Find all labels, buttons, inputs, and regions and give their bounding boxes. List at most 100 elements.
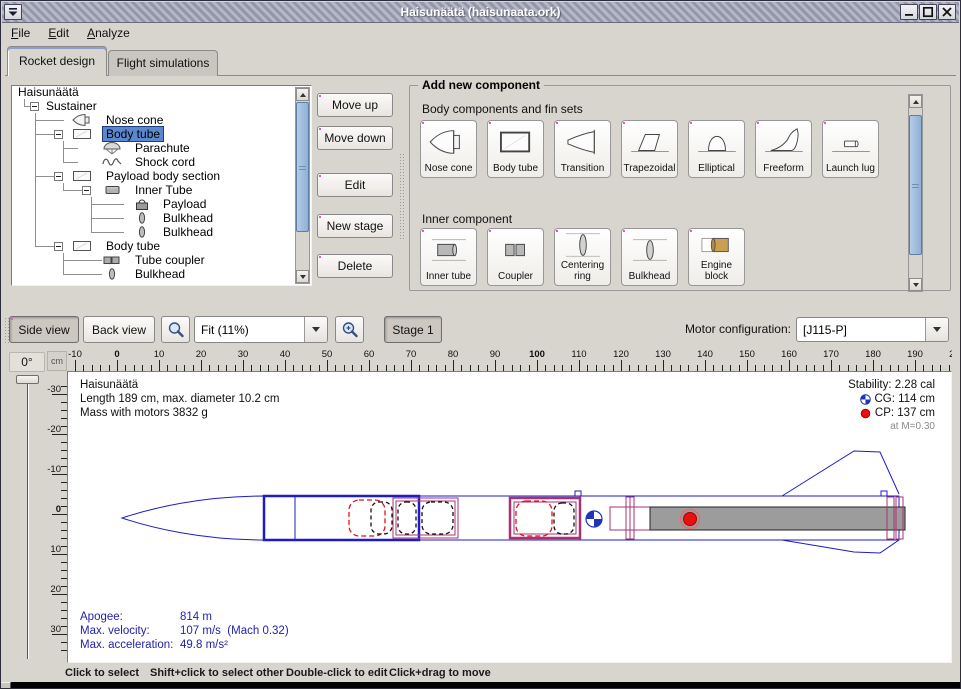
tree-item-inner-tube[interactable]: Inner Tube [12, 183, 311, 197]
ruler-tick [117, 360, 118, 371]
titlebar[interactable]: Haisunäätä (haisunaata.ork) [2, 2, 959, 23]
ruler-label: 70 [396, 349, 426, 360]
tab-flight-simulations[interactable]: Flight simulations [108, 50, 218, 76]
edit-button[interactable]: Edit [317, 173, 393, 197]
close-button[interactable] [938, 4, 956, 20]
ruler-label: 100 [522, 349, 552, 360]
tree-item-bulkhead[interactable]: Bulkhead [12, 211, 311, 225]
add-freeform-button[interactable]: Freeform [755, 120, 812, 178]
scrollbar-thumb[interactable] [296, 102, 309, 232]
tree-item-payload-body-section[interactable]: Payload body section [12, 169, 311, 183]
add-centering-ring-button[interactable]: Centering ring [554, 228, 611, 286]
launch-lug-aft [881, 491, 887, 496]
tree-item-payload[interactable]: Payload [12, 197, 311, 211]
zoom-in-button[interactable] [335, 316, 364, 343]
inner-tube-inner-line [396, 501, 455, 535]
tree-item-haisunäätä[interactable]: Haisunäätä [12, 85, 311, 99]
tree-item-nose-cone[interactable]: Nose cone [12, 113, 311, 127]
add-engine-block-button[interactable]: Engine block [688, 228, 745, 286]
ruler-tick [75, 360, 76, 371]
rotation-slider-track[interactable] [27, 379, 29, 659]
ruler-label: -30 [47, 384, 61, 395]
delete-button[interactable]: Delete [317, 254, 393, 278]
ruler-label: 10 [47, 544, 61, 555]
expander-minus-icon[interactable] [82, 186, 91, 195]
ruler-label: 90 [480, 349, 510, 360]
add-transition-button[interactable]: Transition [554, 120, 611, 178]
tube-coupler-icon [100, 253, 124, 267]
zoom-level-select[interactable]: Fit (11%) [194, 316, 328, 343]
rotation-slider-handle[interactable] [16, 375, 39, 384]
tree-item-parachute[interactable]: Parachute [12, 141, 311, 155]
add-trapezoidal-button[interactable]: Trapezoidal [621, 120, 678, 178]
add-inner-tube-button[interactable]: Inner tube [420, 228, 477, 286]
group-label-inner-component: Inner component [422, 212, 512, 226]
menu-analyze[interactable]: Analyze [78, 23, 139, 43]
tree-item-bulkhead[interactable]: Bulkhead [12, 267, 311, 281]
menu-edit[interactable]: Edit [39, 23, 78, 43]
tree-item-label: Body tube [103, 239, 163, 253]
rocket-info-line: Mass with motors 3832 g [80, 406, 279, 420]
add-bulkhead-button[interactable]: Bulkhead [621, 228, 678, 286]
new-stage-button[interactable]: New stage [317, 214, 393, 238]
freeform-icon [756, 121, 811, 164]
component-scrollbar[interactable] [908, 94, 923, 292]
scroll-up-arrow[interactable] [296, 88, 309, 101]
tree-item-label: Bulkhead [160, 211, 216, 225]
resize-grip[interactable] [1, 682, 11, 689]
add-elliptical-button[interactable]: Elliptical [688, 120, 745, 178]
ruler-label: 200 [942, 349, 952, 360]
component-tree[interactable]: HaisunäätäSustainerNose coneBody tubePar… [11, 85, 312, 286]
magnifier-icon [167, 321, 185, 339]
tree-item-bulkhead[interactable]: Bulkhead [12, 225, 311, 239]
elliptical-icon [689, 121, 744, 164]
tree-item-sustainer[interactable]: Sustainer [12, 99, 311, 113]
nose-cone-outline [122, 496, 264, 540]
ruler-unit-label: cm [47, 351, 67, 371]
tree-item-tube-coupler[interactable]: Tube coupler [12, 253, 311, 267]
splitter-handle[interactable] [399, 153, 406, 241]
tab-rocket-design[interactable]: Rocket design [7, 46, 107, 76]
tube-coupler-inner-line [514, 502, 576, 534]
scroll-down-arrow[interactable] [296, 270, 309, 283]
maximize-button[interactable] [919, 4, 937, 20]
motor-configuration-select[interactable]: [J115-P] [796, 317, 949, 342]
expander-minus-icon[interactable] [30, 102, 39, 111]
stage-1-toggle[interactable]: Stage 1 [384, 316, 442, 343]
centering-ring-icon [555, 229, 610, 261]
add-coupler-button[interactable]: Coupler [487, 228, 544, 286]
desktop-strip [1, 682, 960, 689]
status-hint: Double-click to edit [286, 667, 387, 679]
back-view-button[interactable]: Back view [83, 316, 155, 343]
menu-file[interactable]: File [2, 23, 39, 43]
minimize-icon [902, 6, 916, 18]
tree-scrollbar[interactable] [295, 87, 310, 284]
add-launch-lug-button[interactable]: Launch lug [822, 120, 879, 178]
tree-item-body-tube[interactable]: Body tube [12, 127, 311, 141]
ruler-tick [243, 360, 244, 371]
zoom-out-button[interactable] [161, 316, 190, 343]
scroll-down-arrow[interactable] [909, 278, 922, 291]
payload-body-section-outline [419, 496, 580, 540]
add-body-tube-button[interactable]: Body tube [487, 120, 544, 178]
expander-minus-icon[interactable] [54, 242, 63, 251]
fin-top-outline [782, 451, 899, 496]
chevron-down-icon[interactable] [925, 318, 948, 341]
move-down-button[interactable]: Move down [317, 126, 393, 150]
chevron-down-icon[interactable] [304, 317, 327, 342]
ruler-tick [579, 360, 580, 371]
maximize-icon [921, 6, 935, 18]
tree-item-shock-cord[interactable]: Shock cord [12, 155, 311, 169]
expander-minus-icon[interactable] [54, 172, 63, 181]
side-view-button[interactable]: Side view [9, 316, 79, 343]
rocket-canvas[interactable]: HaisunäätäLength 189 cm, max. diameter 1… [67, 371, 952, 663]
add-nose-cone-button[interactable]: Nose cone [420, 120, 477, 178]
flight-result-row: Max. velocity:107 m/s (Mach 0.32) [80, 624, 289, 638]
scrollbar-thumb[interactable] [909, 115, 922, 255]
expander-minus-icon[interactable] [54, 130, 63, 139]
minimize-button[interactable] [900, 4, 918, 20]
transition-icon [555, 121, 610, 164]
move-up-button[interactable]: Move up [317, 93, 393, 117]
tree-item-body-tube[interactable]: Body tube [12, 239, 311, 253]
scroll-up-arrow[interactable] [909, 95, 922, 108]
